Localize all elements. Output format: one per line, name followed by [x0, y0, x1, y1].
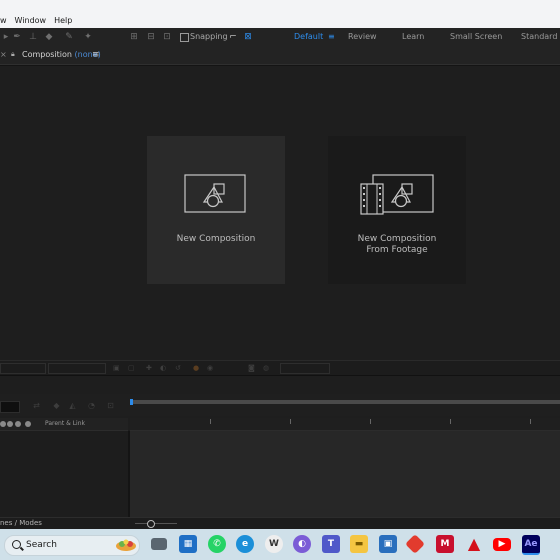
timeline-track-area — [130, 431, 560, 517]
ruler-tick — [530, 419, 531, 424]
graph-editor-icon[interactable]: ⊡ — [106, 401, 115, 410]
stamp-tool-icon[interactable]: ⊥ — [27, 31, 39, 43]
teams-icon[interactable]: T — [322, 535, 340, 553]
show-snapshot-icon[interactable]: ◍ — [263, 363, 269, 373]
edge-icon[interactable]: e — [236, 535, 254, 553]
draft-3d-icon[interactable]: ◆ — [52, 401, 61, 410]
audio-switch-icon[interactable] — [7, 421, 13, 427]
distribute-icon[interactable]: ⊟ — [145, 31, 157, 43]
search-highlight-icon — [116, 539, 136, 551]
pen-tool-icon[interactable]: ✒ — [11, 31, 23, 43]
solo-switch-icon[interactable] — [15, 421, 21, 427]
work-area-bar[interactable] — [130, 399, 560, 405]
lock-icon[interactable]: 🔒︎ — [11, 50, 17, 58]
panel-collapse-icon[interactable]: × — [0, 49, 7, 61]
search-icon — [12, 540, 21, 549]
exposure-icon[interactable]: ◉ — [207, 363, 213, 373]
snap-edges-icon[interactable]: ⌐ — [227, 31, 239, 43]
current-time-field[interactable] — [0, 401, 20, 413]
resolution-dropdown[interactable] — [48, 363, 106, 374]
workspace-menu-icon[interactable]: ≡ — [328, 31, 335, 43]
ruler-tick — [210, 419, 211, 424]
workspace-learn[interactable]: Learn — [402, 31, 424, 43]
toggle-switches-modes[interactable]: nes / Modes — [0, 519, 42, 528]
current-time-indicator[interactable] — [130, 399, 133, 405]
panel-divider — [0, 375, 560, 394]
new-composition-from-footage-label-1: New Composition — [357, 234, 437, 244]
eraser-tool-icon[interactable]: ◆ — [43, 31, 55, 43]
tools-panel: ▸ ✒ ⊥ ◆ ✎ ✦ ⊞ ⊟ ⊡ Snapping ⌐ ⊠ Default ≡… — [0, 28, 560, 47]
taskbar: Search ▦ ✆ e W ◐ T ▬ ▣ M ▲ ▶ Ae — [0, 529, 560, 560]
taskbar-search[interactable]: Search — [4, 535, 140, 556]
mask-visibility-icon[interactable]: ✚ — [146, 363, 152, 373]
transparency-grid-icon[interactable]: ▢ — [128, 363, 135, 373]
reset-exposure-icon[interactable]: ↺ — [175, 363, 181, 373]
menu-help[interactable]: Help — [54, 15, 72, 27]
after-effects-icon[interactable]: Ae — [522, 535, 540, 555]
layer-outline-panel — [0, 431, 130, 517]
align-icon[interactable]: ⊞ — [128, 31, 140, 43]
menu-window[interactable]: Window — [15, 15, 47, 27]
ruler-tick — [450, 419, 451, 424]
new-composition-label: New Composition — [176, 234, 256, 244]
roto-brush-icon[interactable]: ✎ — [63, 31, 75, 43]
timecode-field[interactable] — [280, 363, 330, 374]
new-composition-icon — [184, 174, 246, 213]
menu-items: w Window Help — [0, 15, 72, 27]
magnification-dropdown[interactable] — [0, 363, 46, 374]
whatsapp-icon[interactable]: ✆ — [208, 535, 226, 553]
wordpress-icon[interactable]: W — [265, 535, 283, 553]
composition-tab-label: Composition — [22, 50, 72, 59]
workspace-default[interactable]: Default — [294, 31, 323, 43]
timeline-header: ⇄ ◆ ◭ ◔ ⊡ — [0, 394, 560, 416]
workspace-small-screen[interactable]: Small Screen — [450, 31, 502, 43]
ruler-tick — [290, 419, 291, 424]
task-view-icon[interactable] — [151, 538, 167, 550]
microsoft-store-icon[interactable]: ▣ — [379, 535, 397, 553]
youtube-icon[interactable]: ▶ — [493, 538, 511, 551]
mcafee-icon[interactable]: M — [436, 535, 454, 553]
new-composition-button[interactable]: New Composition — [147, 136, 285, 284]
file-explorer-icon[interactable]: ▬ — [350, 535, 368, 553]
search-label: Search — [26, 540, 57, 550]
anydesk-icon[interactable] — [405, 534, 425, 554]
composition-panel-header: × 🔒︎ Composition (none) ≡ — [0, 46, 560, 65]
grid-icon[interactable]: ⊡ — [161, 31, 173, 43]
snapping-checkbox[interactable] — [180, 33, 189, 42]
composition-tab[interactable]: Composition (none) — [22, 49, 101, 61]
puppet-pin-icon[interactable]: ✦ — [82, 31, 94, 43]
panel-menu-icon[interactable]: ≡ — [92, 49, 100, 61]
workspace-review[interactable]: Review — [348, 31, 377, 43]
composition-viewer: New Composition New Composition From Foo… — [0, 65, 560, 361]
workspace-standard[interactable]: Standard — [521, 31, 557, 43]
layer-column-header: Parent & Link — [0, 418, 128, 431]
snapping-label: Snapping — [190, 32, 228, 41]
ruler-tick — [370, 419, 371, 424]
snapshot-icon[interactable]: ◙ — [248, 363, 255, 373]
acrobat-icon[interactable]: ▲ — [465, 535, 483, 553]
copilot-icon[interactable]: ◐ — [293, 535, 311, 553]
composition-from-footage-icon — [360, 174, 434, 215]
channel-icon[interactable]: ◐ — [160, 363, 166, 373]
color-management-icon[interactable]: ● — [193, 363, 199, 373]
viewer-controls-bar: ▣ ▢ ✚ ◐ ↺ ● ◉ ◙ ◍ — [0, 360, 560, 375]
frame-blending-icon[interactable]: ◔ — [87, 401, 96, 410]
region-of-interest-icon[interactable]: ▣ — [113, 363, 120, 373]
lock-switch-icon[interactable] — [25, 421, 31, 427]
new-composition-from-footage-label-2: From Footage — [366, 245, 428, 255]
menu-view[interactable]: w — [0, 15, 7, 27]
timeline-footer: nes / Modes — [0, 517, 560, 529]
time-ruler[interactable] — [130, 418, 560, 431]
video-switch-icon[interactable] — [0, 421, 6, 427]
menu-bar: w Window Help — [0, 0, 560, 28]
parent-link-column[interactable]: Parent & Link — [45, 419, 85, 429]
snap-points-icon[interactable]: ⊠ — [242, 31, 254, 43]
shy-layers-icon[interactable]: ◭ — [68, 401, 77, 410]
widgets-icon[interactable]: ▦ — [179, 535, 197, 553]
zoom-slider-knob[interactable] — [147, 520, 155, 528]
new-composition-from-footage-button[interactable]: New Composition From Footage — [328, 136, 466, 284]
comp-mini-flowchart-icon[interactable]: ⇄ — [32, 401, 41, 410]
timeline-zoom-slider[interactable] — [135, 520, 177, 528]
